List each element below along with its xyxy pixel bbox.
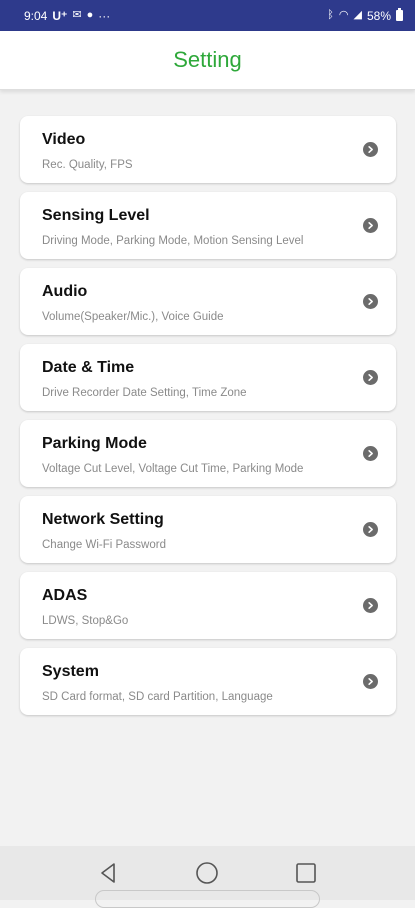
settings-item-title: Date & Time	[42, 359, 135, 376]
settings-item-title: Video	[42, 131, 86, 148]
status-bar: 9:04 U⁺ ✉ ● ··· ᛒ ◠ ◢ 58%	[0, 0, 415, 31]
battery-percent: 58%	[366, 8, 391, 23]
status-time: 9:04	[24, 8, 48, 23]
settings-item-date-time[interactable]: Date & Time Drive Recorder Date Setting,…	[20, 344, 396, 411]
chevron-right-icon	[363, 446, 378, 461]
message-icon: ✉	[72, 9, 82, 21]
recents-icon	[296, 863, 316, 883]
settings-item-title: Sensing Level	[42, 207, 150, 224]
chevron-right-icon	[363, 598, 378, 613]
chevron-right-icon	[363, 370, 378, 385]
settings-item-subtitle: Drive Recorder Date Setting, Time Zone	[42, 387, 247, 399]
settings-item-adas[interactable]: ADAS LDWS, Stop&Go	[20, 572, 396, 639]
home-icon	[196, 862, 219, 884]
settings-item-subtitle: Rec. Quality, FPS	[42, 159, 133, 171]
settings-item-title: ADAS	[42, 587, 88, 604]
back-button[interactable]	[95, 859, 123, 887]
settings-item-title: Network Setting	[42, 511, 164, 528]
settings-item-subtitle: Volume(Speaker/Mic.), Voice Guide	[42, 311, 224, 323]
settings-item-title: System	[42, 663, 99, 680]
status-right: ᛒ ◠ ◢ 58%	[327, 8, 403, 23]
signal-icon: ◢	[353, 9, 362, 21]
back-icon	[101, 863, 115, 883]
settings-list: Video Rec. Quality, FPS Sensing Level Dr…	[20, 116, 396, 724]
status-extra: ···	[98, 8, 111, 23]
settings-item-subtitle: LDWS, Stop&Go	[42, 615, 129, 627]
settings-item-parking-mode[interactable]: Parking Mode Voltage Cut Level, Voltage …	[20, 420, 396, 487]
settings-item-sensing-level[interactable]: Sensing Level Driving Mode, Parking Mode…	[20, 192, 396, 259]
settings-item-audio[interactable]: Audio Volume(Speaker/Mic.), Voice Guide	[20, 268, 396, 335]
chevron-right-icon	[363, 522, 378, 537]
facebook-icon: ●	[86, 9, 94, 21]
carrier-label: U⁺	[52, 8, 68, 23]
bluetooth-icon: ᛒ	[327, 9, 334, 21]
status-left: 9:04 U⁺ ✉ ● ···	[24, 9, 110, 23]
wifi-icon: ◠	[338, 9, 349, 21]
settings-item-network-setting[interactable]: Network Setting Change Wi-Fi Password	[20, 496, 396, 563]
gesture-hint	[95, 890, 320, 908]
settings-item-subtitle: Change Wi-Fi Password	[42, 539, 166, 551]
chevron-right-icon	[363, 294, 378, 309]
settings-item-video[interactable]: Video Rec. Quality, FPS	[20, 116, 396, 183]
battery-icon	[396, 8, 403, 21]
settings-item-title: Parking Mode	[42, 435, 147, 452]
chevron-right-icon	[363, 218, 378, 233]
settings-item-subtitle: Driving Mode, Parking Mode, Motion Sensi…	[42, 235, 304, 247]
page-title: Setting	[173, 47, 242, 72]
settings-item-title: Audio	[42, 283, 88, 300]
home-button[interactable]	[193, 859, 221, 887]
chevron-right-icon	[363, 142, 378, 157]
settings-item-system[interactable]: System SD Card format, SD card Partition…	[20, 648, 396, 715]
settings-item-subtitle: SD Card format, SD card Partition, Langu…	[42, 691, 273, 703]
recents-button[interactable]	[292, 859, 320, 887]
settings-item-subtitle: Voltage Cut Level, Voltage Cut Time, Par…	[42, 463, 304, 475]
chevron-right-icon	[363, 674, 378, 689]
app-bar: Setting	[0, 31, 415, 90]
